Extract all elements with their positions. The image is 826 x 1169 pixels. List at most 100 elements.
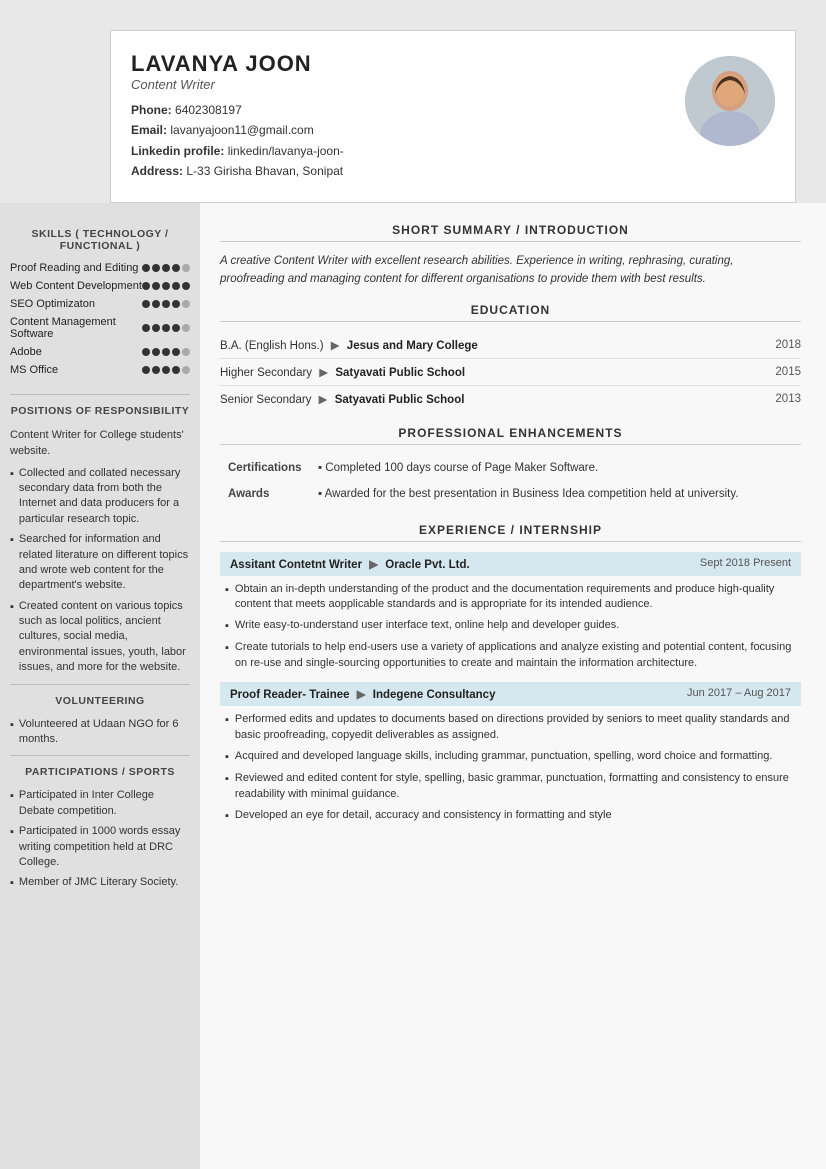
skill-dot	[172, 348, 180, 356]
skill-dot	[142, 366, 150, 374]
skill-dot	[172, 366, 180, 374]
skill-dots	[142, 324, 190, 332]
education-year: 2018	[775, 339, 801, 351]
skill-dot	[152, 348, 160, 356]
education-left: Senior Secondary ▶ Satyavati Public Scho…	[220, 392, 464, 406]
education-left: Higher Secondary ▶ Satyavati Public Scho…	[220, 365, 465, 379]
professional-table: Certifications▪ Completed 100 days cours…	[220, 455, 801, 507]
skill-name: Content Management Software	[10, 316, 142, 340]
skill-dot	[152, 264, 160, 272]
participations-bullet: Participated in 1000 words essay writing…	[10, 824, 190, 870]
skill-dot	[182, 348, 190, 356]
skill-name: MS Office	[10, 364, 142, 376]
skill-dot	[142, 300, 150, 308]
participations-title: PARTICIPATIONS / SPORTS	[10, 766, 190, 778]
experience-bullet: Reviewed and edited content for style, s…	[220, 771, 801, 803]
participations-bullet: Member of JMC Literary Society.	[10, 875, 190, 891]
skill-dot	[182, 300, 190, 308]
skill-dot	[162, 348, 170, 356]
skill-dot	[142, 348, 150, 356]
address-value: L-33 Girisha Bhavan, Sonipat	[186, 164, 343, 178]
skill-name: SEO Optimizaton	[10, 298, 142, 310]
education-year: 2013	[775, 393, 801, 405]
volunteering-title: VOLUNTEERING	[10, 695, 190, 707]
experience-role: Assitant Contetnt Writer ▶ Oracle Pvt. L…	[230, 557, 470, 571]
linkedin-label: Linkedin profile:	[131, 144, 224, 158]
education-row: Higher Secondary ▶ Satyavati Public Scho…	[220, 359, 801, 386]
skill-name: Proof Reading and Editing	[10, 262, 142, 274]
sidebar: SKILLS ( TECHNOLOGY / FUNCTIONAL ) Proof…	[0, 203, 200, 1169]
skill-dot	[162, 300, 170, 308]
positions-bullets: Collected and collated necessary seconda…	[10, 466, 190, 676]
skills-title: SKILLS ( TECHNOLOGY / FUNCTIONAL )	[10, 228, 190, 252]
summary-title: SHORT SUMMARY / INTRODUCTION	[220, 223, 801, 242]
experience-bullet: Acquired and developed language skills, …	[220, 749, 801, 766]
positions-bullet: Created content on various topics such a…	[10, 599, 190, 676]
candidate-photo	[685, 56, 775, 146]
skill-dot	[152, 366, 160, 374]
professional-label: Certifications	[220, 455, 310, 481]
experience-date: Jun 2017 – Aug 2017	[687, 687, 791, 701]
positions-title: POSITIONS OF RESPONSIBILITY	[10, 405, 190, 417]
skill-dot	[152, 324, 160, 332]
skill-row: Adobe	[10, 346, 190, 358]
education-rows: B.A. (English Hons.) ▶ Jesus and Mary Co…	[220, 332, 801, 412]
professional-section: PROFESSIONAL ENHANCEMENTS Certifications…	[220, 426, 801, 507]
linkedin-value: linkedin/lavanya-joon-	[228, 144, 344, 158]
professional-row: Certifications▪ Completed 100 days cours…	[220, 455, 801, 481]
experience-role: Proof Reader- Trainee ▶ Indegene Consult…	[230, 687, 495, 701]
skill-dot	[142, 264, 150, 272]
header-section: LAVANYA JOON Content Writer Phone: 64023…	[110, 30, 796, 203]
education-row: B.A. (English Hons.) ▶ Jesus and Mary Co…	[220, 332, 801, 359]
skill-dots	[142, 300, 190, 308]
professional-title: PROFESSIONAL ENHANCEMENTS	[220, 426, 801, 445]
skill-dot	[162, 324, 170, 332]
main-body: SKILLS ( TECHNOLOGY / FUNCTIONAL ) Proof…	[0, 203, 826, 1169]
skill-row: MS Office	[10, 364, 190, 376]
skill-row: SEO Optimizaton	[10, 298, 190, 310]
skill-dot	[162, 282, 170, 290]
experience-bullet: Developed an eye for detail, accuracy an…	[220, 808, 801, 825]
summary-text: A creative Content Writer with excellent…	[220, 252, 801, 289]
candidate-name: LAVANYA JOON	[131, 51, 344, 77]
skill-dot	[152, 282, 160, 290]
resume-page: LAVANYA JOON Content Writer Phone: 64023…	[0, 0, 826, 1169]
participations-bullet: Participated in Inter College Debate com…	[10, 788, 190, 819]
skills-table: Proof Reading and Editing Web Content Dev…	[10, 262, 190, 376]
skill-dots	[142, 348, 190, 356]
experience-header: Proof Reader- Trainee ▶ Indegene Consult…	[220, 682, 801, 706]
candidate-title: Content Writer	[131, 77, 344, 92]
experience-header: Assitant Contetnt Writer ▶ Oracle Pvt. L…	[220, 552, 801, 576]
skill-dots	[142, 282, 190, 290]
experience-date: Sept 2018 Present	[700, 557, 791, 571]
professional-tbody: Certifications▪ Completed 100 days cours…	[220, 455, 801, 507]
experience-bullet: Performed edits and updates to documents…	[220, 712, 801, 744]
skill-dot	[182, 282, 190, 290]
skill-dot	[172, 300, 180, 308]
professional-row: Awards▪ Awarded for the best presentatio…	[220, 481, 801, 507]
positions-bullet: Searched for information and related lit…	[10, 532, 190, 594]
skill-dot	[162, 264, 170, 272]
skill-dot	[182, 366, 190, 374]
experience-bullet: Create tutorials to help end-users use a…	[220, 640, 801, 672]
positions-bullet: Collected and collated necessary seconda…	[10, 466, 190, 528]
skill-name: Web Content Development	[10, 280, 142, 292]
experience-section: EXPERIENCE / INTERNSHIP Assitant Contetn…	[220, 523, 801, 825]
skill-dots	[142, 264, 190, 272]
professional-label: Awards	[220, 481, 310, 507]
skill-dot	[152, 300, 160, 308]
header-left: LAVANYA JOON Content Writer Phone: 64023…	[131, 51, 344, 182]
skill-name: Adobe	[10, 346, 142, 358]
email-value: lavanyajoon11@gmail.com	[170, 123, 313, 137]
experience-list: Assitant Contetnt Writer ▶ Oracle Pvt. L…	[220, 552, 801, 825]
skill-dot	[142, 324, 150, 332]
education-title: EDUCATION	[220, 303, 801, 322]
education-left: B.A. (English Hons.) ▶ Jesus and Mary Co…	[220, 338, 478, 352]
skill-row: Content Management Software	[10, 316, 190, 340]
experience-title: EXPERIENCE / INTERNSHIP	[220, 523, 801, 542]
participations-bullets: Participated in Inter College Debate com…	[10, 788, 190, 891]
address-label: Address:	[131, 164, 183, 178]
skill-dot	[162, 366, 170, 374]
volunteering-bullet: Volunteered at Udaan NGO for 6 months.	[10, 717, 190, 748]
header-contact: Phone: 6402308197 Email: lavanyajoon11@g…	[131, 100, 344, 182]
